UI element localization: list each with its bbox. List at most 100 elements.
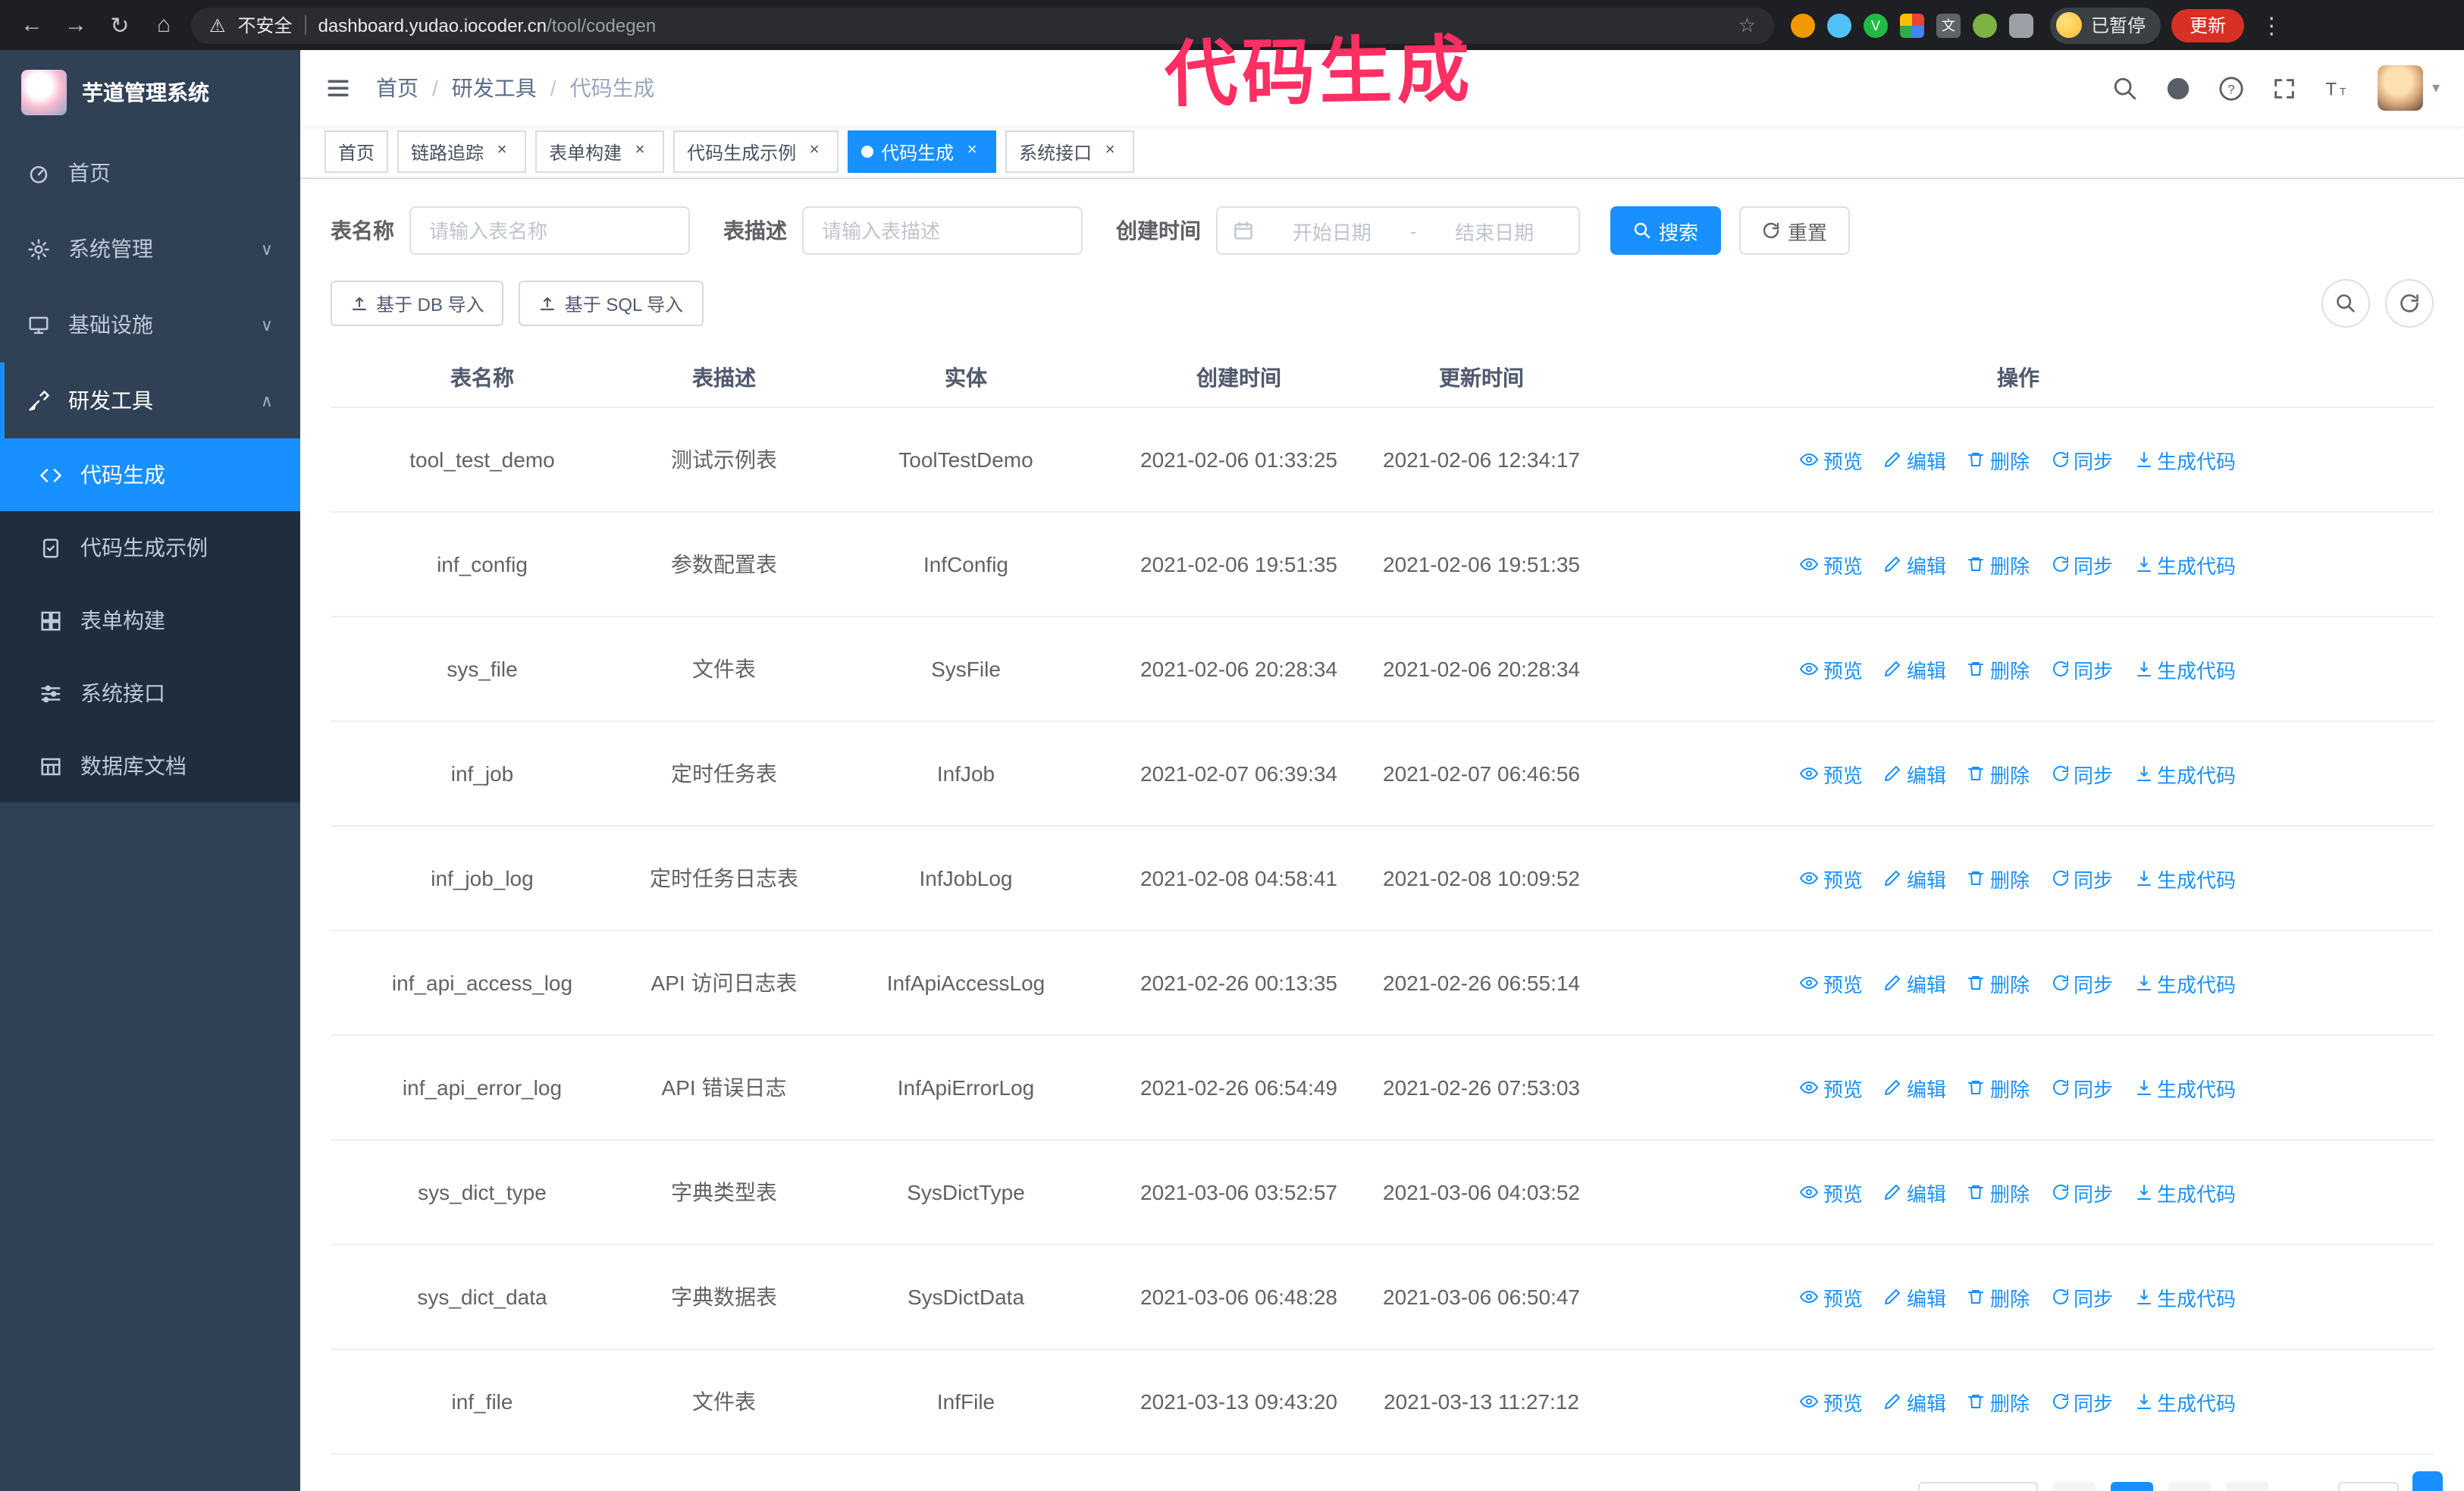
preview-action[interactable]: 预览 bbox=[1800, 1282, 1863, 1311]
profile-paused-badge[interactable]: 已暂停 bbox=[2050, 7, 2161, 43]
next-page-button[interactable]: › bbox=[2225, 1482, 2268, 1491]
address-bar[interactable]: ⚠ 不安全 dashboard.yudao.iocoder.cn/tool/co… bbox=[191, 7, 1774, 43]
close-icon[interactable]: × bbox=[1099, 141, 1121, 162]
edit-action[interactable]: 编辑 bbox=[1884, 1387, 1946, 1416]
sidebar-item-codegen[interactable]: 代码生成 bbox=[0, 438, 300, 511]
sync-action[interactable]: 同步 bbox=[2051, 864, 2113, 893]
preview-action[interactable]: 预览 bbox=[1800, 968, 1863, 997]
table-desc-input[interactable] bbox=[802, 206, 1083, 255]
toggle-search-button[interactable] bbox=[2321, 279, 2370, 328]
tab-codegen-example[interactable]: 代码生成示例 × bbox=[673, 130, 839, 173]
extension-icon-1[interactable] bbox=[1791, 13, 1815, 37]
sidebar-item-system-management[interactable]: 系统管理 ∨ bbox=[0, 211, 300, 287]
browser-home-icon[interactable]: ⌂ bbox=[147, 8, 180, 42]
page-button-2[interactable]: 2 bbox=[2168, 1482, 2211, 1491]
generate-code-action[interactable]: 生成代码 bbox=[2134, 1178, 2236, 1207]
github-icon[interactable] bbox=[2165, 75, 2191, 101]
tab-home[interactable]: 首页 bbox=[324, 130, 389, 173]
browser-menu-icon[interactable]: ⋮ bbox=[2255, 8, 2288, 42]
delete-action[interactable]: 删除 bbox=[1967, 654, 2030, 683]
browser-forward-icon[interactable]: → bbox=[59, 8, 92, 42]
create-time-range-picker[interactable]: 开始日期 - 结束日期 bbox=[1216, 206, 1580, 255]
delete-action[interactable]: 删除 bbox=[1967, 968, 2030, 997]
generate-code-action[interactable]: 生成代码 bbox=[2134, 1387, 2236, 1416]
delete-action[interactable]: 删除 bbox=[1967, 864, 2030, 893]
browser-back-icon[interactable]: ← bbox=[15, 8, 49, 42]
search-button[interactable]: 搜索 bbox=[1610, 206, 1722, 255]
hamburger-icon[interactable] bbox=[324, 74, 352, 102]
security-label[interactable]: 不安全 bbox=[238, 12, 293, 38]
edit-action[interactable]: 编辑 bbox=[1884, 550, 1946, 579]
delete-action[interactable]: 删除 bbox=[1967, 550, 2030, 579]
delete-action[interactable]: 删除 bbox=[1967, 1282, 2030, 1311]
edit-action[interactable]: 编辑 bbox=[1884, 1178, 1946, 1207]
translate-icon[interactable]: 文 bbox=[1936, 13, 1961, 37]
vue-devtools-icon[interactable]: V bbox=[1864, 13, 1888, 37]
close-icon[interactable]: × bbox=[961, 141, 983, 162]
edit-action[interactable]: 编辑 bbox=[1884, 864, 1946, 893]
close-icon[interactable]: × bbox=[804, 141, 825, 162]
preview-action[interactable]: 预览 bbox=[1800, 1387, 1863, 1416]
sync-action[interactable]: 同步 bbox=[2051, 968, 2113, 997]
generate-code-action[interactable]: 生成代码 bbox=[2134, 1073, 2236, 1102]
extension-icon-2[interactable] bbox=[1827, 13, 1851, 37]
delete-action[interactable]: 删除 bbox=[1967, 1073, 2030, 1102]
sidebar-item-codegen-example[interactable]: 代码生成示例 bbox=[0, 511, 300, 584]
browser-reload-icon[interactable]: ↻ bbox=[103, 8, 136, 42]
sync-action[interactable]: 同步 bbox=[2051, 1282, 2113, 1311]
sidebar-item-form-builder[interactable]: 表单构建 bbox=[0, 584, 300, 657]
close-icon[interactable]: × bbox=[629, 141, 650, 162]
delete-action[interactable]: 删除 bbox=[1967, 759, 2030, 788]
page-button-1[interactable]: 1 bbox=[2110, 1482, 2153, 1491]
delete-action[interactable]: 删除 bbox=[1967, 1178, 2030, 1207]
prev-page-button[interactable]: ‹ bbox=[2052, 1482, 2096, 1491]
sync-action[interactable]: 同步 bbox=[2051, 1387, 2113, 1416]
edit-action[interactable]: 编辑 bbox=[1884, 1073, 1946, 1102]
generate-code-action[interactable]: 生成代码 bbox=[2134, 445, 2236, 474]
preview-action[interactable]: 预览 bbox=[1800, 445, 1863, 474]
preview-action[interactable]: 预览 bbox=[1800, 550, 1863, 579]
tab-codegen[interactable]: 代码生成 × bbox=[848, 130, 997, 173]
preview-action[interactable]: 预览 bbox=[1800, 1178, 1863, 1207]
app-logo[interactable]: 芋道管理系统 bbox=[0, 50, 300, 135]
sync-action[interactable]: 同步 bbox=[2051, 759, 2113, 788]
breadcrumb-home[interactable]: 首页 bbox=[376, 73, 419, 103]
refresh-table-button[interactable] bbox=[2385, 279, 2434, 328]
sidebar-item-system-api[interactable]: 系统接口 bbox=[0, 657, 300, 730]
edit-action[interactable]: 编辑 bbox=[1884, 968, 1946, 997]
bookmark-star-icon[interactable]: ☆ bbox=[1738, 13, 1756, 37]
preview-action[interactable]: 预览 bbox=[1800, 864, 1863, 893]
edit-action[interactable]: 编辑 bbox=[1884, 654, 1946, 683]
generate-code-action[interactable]: 生成代码 bbox=[2134, 864, 2236, 893]
tab-form-builder[interactable]: 表单构建 × bbox=[535, 130, 665, 173]
sync-action[interactable]: 同步 bbox=[2051, 445, 2113, 474]
sidebar-item-home[interactable]: 首页 bbox=[0, 135, 300, 211]
generate-code-action[interactable]: 生成代码 bbox=[2134, 550, 2236, 579]
tab-system-api[interactable]: 系统接口 × bbox=[1005, 130, 1135, 173]
tab-trace[interactable]: 链路追踪 × bbox=[397, 130, 527, 173]
delete-action[interactable]: 删除 bbox=[1967, 1387, 2030, 1416]
import-db-button[interactable]: 基于 DB 导入 bbox=[331, 281, 504, 326]
sync-action[interactable]: 同步 bbox=[2051, 1073, 2113, 1102]
preview-action[interactable]: 预览 bbox=[1800, 1073, 1863, 1102]
sync-action[interactable]: 同步 bbox=[2051, 1178, 2113, 1207]
sync-action[interactable]: 同步 bbox=[2051, 550, 2113, 579]
generate-code-action[interactable]: 生成代码 bbox=[2134, 968, 2236, 997]
generate-code-action[interactable]: 生成代码 bbox=[2134, 654, 2236, 683]
delete-action[interactable]: 删除 bbox=[1967, 445, 2030, 474]
user-menu[interactable]: ▾ bbox=[2377, 65, 2440, 111]
sidebar-item-infrastructure[interactable]: 基础设施 ∨ bbox=[0, 287, 300, 363]
extension-icon-5[interactable] bbox=[1973, 13, 1997, 37]
goto-page-input[interactable] bbox=[2337, 1482, 2399, 1491]
browser-update-button[interactable]: 更新 bbox=[2171, 8, 2245, 42]
table-name-input[interactable] bbox=[409, 206, 690, 255]
edit-action[interactable]: 编辑 bbox=[1884, 445, 1946, 474]
edit-action[interactable]: 编辑 bbox=[1884, 759, 1946, 788]
puzzle-extension-icon[interactable] bbox=[2009, 13, 2033, 37]
reset-button[interactable]: 重置 bbox=[1739, 206, 1851, 255]
fullscreen-icon[interactable] bbox=[2271, 75, 2297, 101]
sidebar-item-db-docs[interactable]: 数据库文档 bbox=[0, 730, 300, 802]
extension-grid-icon[interactable] bbox=[1900, 13, 1924, 37]
generate-code-action[interactable]: 生成代码 bbox=[2134, 1282, 2236, 1311]
corner-widget-button[interactable] bbox=[2412, 1471, 2443, 1491]
